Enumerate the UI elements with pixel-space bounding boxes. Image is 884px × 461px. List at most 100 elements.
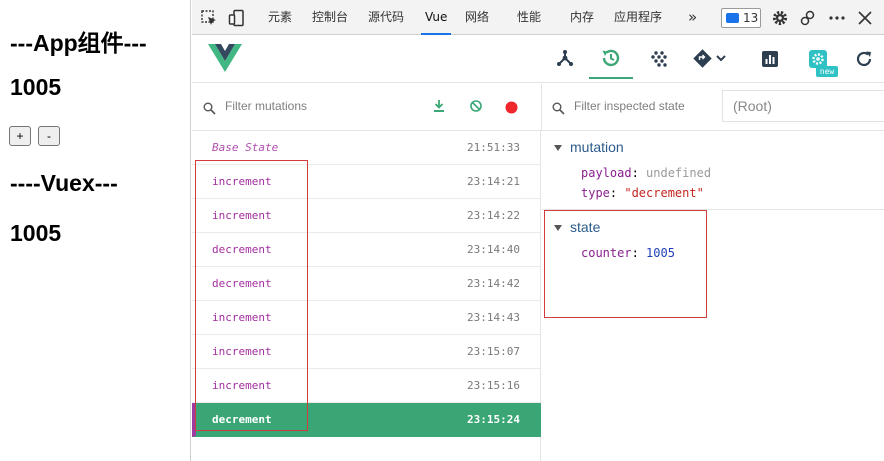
prop-value: 1005 <box>646 246 675 260</box>
prop-value: undefined <box>646 166 712 180</box>
state-section-toggle[interactable]: state <box>554 219 600 235</box>
new-badge: new <box>816 66 838 77</box>
mutation-time: 23:14:21 <box>467 175 520 188</box>
vuex-tab[interactable] <box>589 43 633 79</box>
mutation-name: increment <box>212 311 272 324</box>
mutation-row[interactable]: increment 23:14:21 <box>192 165 541 199</box>
issues-message-icon <box>726 13 739 23</box>
remote-devices-icon[interactable] <box>799 9 817 27</box>
routing-icon <box>693 49 727 73</box>
more-tabs-button[interactable]: » <box>688 0 697 35</box>
routing-tab[interactable] <box>688 43 732 79</box>
events-tab[interactable] <box>638 43 682 79</box>
devtools-panel: 元素 控制台 源代码 Vue 网络 性能 内存 应用程序 » 13 new Fi… <box>192 0 884 461</box>
tab-memory[interactable]: 内存 <box>570 0 594 35</box>
section-divider <box>542 209 884 210</box>
devtools-tab-bar: 元素 控制台 源代码 Vue 网络 性能 内存 应用程序 » 13 <box>192 0 884 35</box>
mutation-row[interactable]: decrement 23:14:40 <box>192 233 541 267</box>
mutation-list: Base State 21:51:33 increment 23:14:21 i… <box>192 131 541 461</box>
mutation-time: 23:14:43 <box>467 311 520 324</box>
components-tree-icon <box>555 49 575 73</box>
performance-icon <box>761 50 779 72</box>
commit-all-icon[interactable] <box>432 98 446 117</box>
filter-row: Filter mutations Filter inspected state … <box>192 84 884 131</box>
mutation-name: decrement <box>212 243 272 256</box>
mutation-name: decrement <box>212 413 272 426</box>
filter-inspected-state-input[interactable]: Filter inspected state <box>574 99 685 113</box>
colon-separator: : <box>631 246 647 260</box>
mutation-time: 23:14:42 <box>467 277 520 290</box>
section-label: mutation <box>570 139 624 155</box>
mutation-row[interactable]: increment 23:15:07 <box>192 335 541 369</box>
mutation-time: 23:14:22 <box>467 209 520 222</box>
increment-button[interactable]: + <box>9 126 31 146</box>
colon-separator: : <box>609 186 625 200</box>
tab-network[interactable]: 网络 <box>465 0 489 35</box>
mutation-section-toggle[interactable]: mutation <box>554 139 624 155</box>
prop-key: payload <box>581 166 632 180</box>
prop-key: counter <box>581 246 632 260</box>
tab-vue[interactable]: Vue <box>420 0 452 35</box>
mutation-name: Base State <box>212 141 279 154</box>
expand-triangle-icon <box>554 225 562 232</box>
colon-separator: : <box>631 166 647 180</box>
app-component-title: ---App组件--- <box>10 30 147 56</box>
vuex-history-icon <box>600 47 622 73</box>
prop-value: "decrement" <box>624 186 704 200</box>
tab-performance[interactable]: 性能 <box>517 0 541 35</box>
prop-key: type <box>581 186 610 200</box>
refresh-tab[interactable] <box>842 43 884 79</box>
mutation-row-base-state[interactable]: Base State 21:51:33 <box>192 131 541 165</box>
panel-divider <box>541 84 542 131</box>
root-module-select[interactable]: (Root) <box>722 90 884 122</box>
mutation-name: increment <box>212 175 272 188</box>
vue-logo <box>208 44 242 76</box>
components-tab[interactable] <box>543 43 587 79</box>
refresh-icon <box>854 49 874 73</box>
vue-devtools-toolbar <box>192 35 884 83</box>
mutation-row[interactable]: decrement 23:14:42 <box>192 267 541 301</box>
issues-badge[interactable]: 13 <box>721 8 761 28</box>
mutation-row[interactable]: increment 23:14:22 <box>192 199 541 233</box>
mutation-name: increment <box>212 345 272 358</box>
search-icon <box>203 100 216 119</box>
record-icon[interactable] <box>505 99 518 118</box>
mutation-name: increment <box>212 379 272 392</box>
mutation-name: decrement <box>212 277 272 290</box>
revert-all-icon[interactable] <box>469 98 483 117</box>
settings-gear-icon[interactable] <box>771 9 789 27</box>
tab-elements[interactable]: 元素 <box>268 0 292 35</box>
tab-console[interactable]: 控制台 <box>312 0 348 35</box>
issues-count: 13 <box>743 11 759 25</box>
close-devtools-icon[interactable] <box>856 9 874 27</box>
tab-application[interactable]: 应用程序 <box>614 0 662 35</box>
mutation-time: 23:15:16 <box>467 379 520 392</box>
mutation-time: 23:15:07 <box>467 345 520 358</box>
filter-mutations-input[interactable]: Filter mutations <box>225 99 307 113</box>
tab-sources[interactable]: 源代码 <box>368 0 404 35</box>
app-counter-value: 1005 <box>10 74 62 100</box>
section-label: state <box>570 219 601 235</box>
inspect-element-icon[interactable] <box>200 9 218 27</box>
vuex-title: ----Vuex--- <box>10 170 118 196</box>
state-inspector: mutation payload: undefined type: "decre… <box>542 131 884 461</box>
type-property: type: "decrement" <box>581 186 704 200</box>
app-page: ---App组件--- 1005 + - ----Vuex--- 1005 <box>0 0 191 461</box>
device-toggle-icon[interactable] <box>228 9 246 27</box>
search-icon <box>552 100 565 119</box>
mutation-time: 23:14:40 <box>467 243 520 256</box>
events-icon <box>650 49 670 73</box>
mutation-time: 21:51:33 <box>467 141 520 154</box>
expand-triangle-icon <box>554 145 562 152</box>
counter-property: counter: 1005 <box>581 246 675 260</box>
decrement-button[interactable]: - <box>38 126 60 146</box>
mutation-name: increment <box>212 209 272 222</box>
mutation-row[interactable]: increment 23:14:43 <box>192 301 541 335</box>
performance-tab[interactable] <box>748 43 792 79</box>
mutation-time: 23:15:24 <box>467 413 520 426</box>
payload-property: payload: undefined <box>581 166 711 180</box>
vuex-counter-value: 1005 <box>10 220 62 246</box>
mutation-row[interactable]: increment 23:15:16 <box>192 369 541 403</box>
more-options-icon[interactable] <box>828 9 846 27</box>
mutation-row-selected[interactable]: decrement 23:15:24 <box>192 403 541 437</box>
